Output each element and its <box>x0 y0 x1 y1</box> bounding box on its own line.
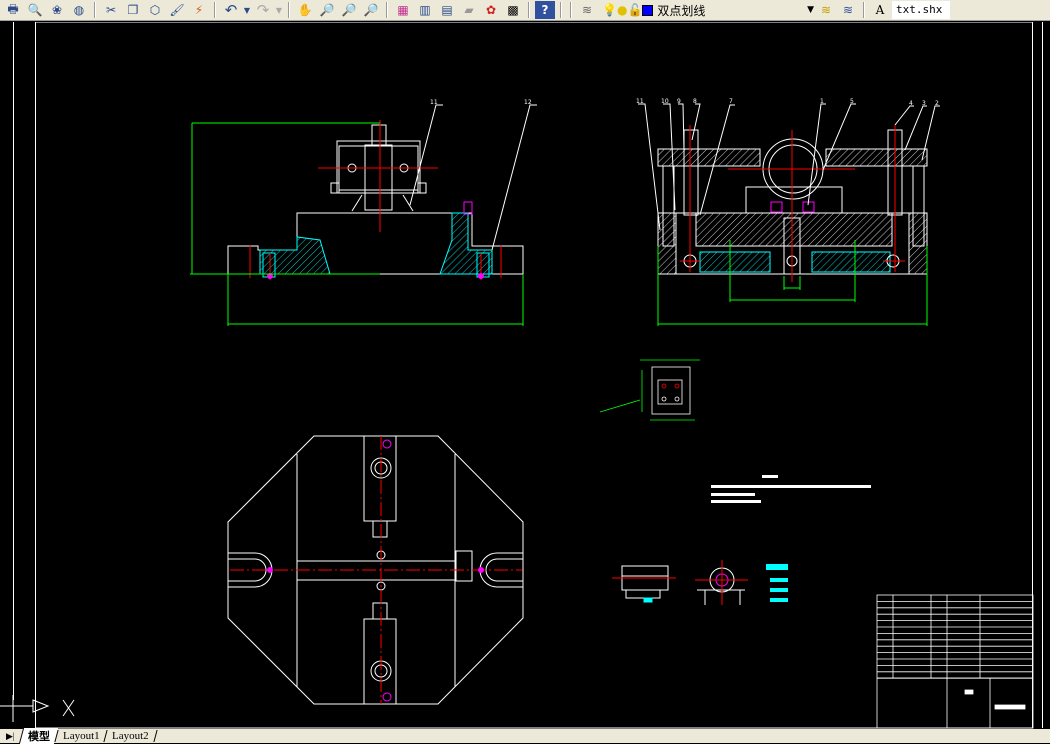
tab-layout2[interactable]: Layout2 <box>103 730 158 742</box>
properties-icon[interactable]: ▦ <box>393 1 413 19</box>
toolbar-separator <box>94 2 96 18</box>
part-detail-view <box>599 359 700 421</box>
layer-properties-icon[interactable]: ≋ <box>577 1 597 19</box>
text-style-field[interactable]: txt.shx <box>892 1 950 19</box>
balloon-label: 8 <box>693 98 697 105</box>
title-block <box>876 594 1034 729</box>
block-editor-icon[interactable]: ⚡ <box>189 1 209 19</box>
calculator-icon[interactable]: ▩ <box>503 1 523 19</box>
chevron-down-icon[interactable]: ▼ <box>807 5 814 15</box>
undo-dropdown-icon[interactable]: ▼ <box>243 1 251 19</box>
redo-icon: ↷ <box>256 1 270 19</box>
drawing-canvas[interactable]: 11 12 11 10 9 8 7 1 5 4 3 2 <box>0 22 1050 729</box>
side-view: 11 10 9 8 7 1 5 4 3 2 <box>636 98 940 326</box>
layer-dropdown[interactable]: 💡 ● 🔓 双点划线 ▼ <box>599 1 814 19</box>
layout-tabs: ▶| 模型 Layout1 Layout2 <box>0 728 1050 744</box>
tab-layout1[interactable]: Layout1 <box>54 730 108 742</box>
layer-color-swatch <box>642 4 654 16</box>
balloon-label: 3 <box>922 100 926 107</box>
pan-icon[interactable]: ✋ <box>295 1 315 19</box>
markup-icon[interactable]: ✿ <box>481 1 501 19</box>
help-icon[interactable]: ? <box>535 1 555 19</box>
balloon-label: 11 <box>636 98 644 105</box>
make-object-layer-current-icon[interactable]: ≋ <box>816 1 836 19</box>
section-views <box>612 560 788 605</box>
lock-icon[interactable]: 🔓 <box>627 3 642 17</box>
balloon-label: 5 <box>850 98 854 105</box>
balloon-label: 10 <box>661 98 669 105</box>
tab-scroll-icon[interactable]: ▶| <box>0 731 21 742</box>
balloon-label: 12 <box>524 99 532 106</box>
cut-icon[interactable]: ✂ <box>101 1 121 19</box>
zoom-previous-icon[interactable]: 🔎 <box>361 1 381 19</box>
drawing-frame <box>35 22 1033 729</box>
balloon-label: 7 <box>729 98 733 105</box>
plot-icon[interactable]: 🖶 <box>3 1 23 19</box>
toolbar-separator <box>528 2 530 18</box>
text-style-icon[interactable]: A <box>870 1 890 19</box>
balloon-label: 4 <box>909 100 913 107</box>
toolbar-separator <box>386 2 388 18</box>
sun-icon[interactable]: ● <box>617 3 627 17</box>
paste-icon[interactable]: ⬡ <box>145 1 165 19</box>
toolbar-separator <box>214 2 216 18</box>
redo-dropdown-icon: ▼ <box>275 5 283 15</box>
balloon-label: 2 <box>935 100 939 107</box>
toolbar-separator <box>570 2 572 18</box>
toolbar-separator <box>560 2 562 18</box>
toolbar-separator <box>863 2 865 18</box>
copy-icon[interactable]: ❐ <box>123 1 143 19</box>
tab-model[interactable]: 模型 <box>18 728 58 744</box>
technical-notes <box>711 475 871 503</box>
toolbar-separator <box>288 2 290 18</box>
balloon-label: 9 <box>677 98 681 105</box>
tool-palettes-icon[interactable]: ▤ <box>437 1 457 19</box>
match-properties-icon[interactable]: 🖌 <box>167 1 187 19</box>
balloon-label: 1 <box>820 98 824 105</box>
zoom-window-icon[interactable]: 🔎 <box>339 1 359 19</box>
standard-toolbar: 🖶 🔍 ❀ ◍ ✂ ❐ ⬡ 🖌 ⚡ ↶ ▼ ↷ ▼ ✋ 🔎 🔎 🔎 ▦ ▥ ▤ … <box>0 0 1050 21</box>
sheet-set-icon[interactable]: ▰ <box>459 1 479 19</box>
layer-previous-icon[interactable]: ≋ <box>838 1 858 19</box>
plot-preview-icon[interactable]: 🔍 <box>25 1 45 19</box>
zoom-realtime-icon[interactable]: 🔎 <box>317 1 337 19</box>
publish-icon[interactable]: ❀ <box>47 1 67 19</box>
balloon-label: 11 <box>430 99 438 106</box>
layer-name: 双点划线 <box>657 3 706 18</box>
top-view <box>227 435 524 705</box>
design-center-icon[interactable]: ▥ <box>415 1 435 19</box>
lightbulb-icon[interactable]: 💡 <box>602 3 617 17</box>
ucs-icon <box>0 695 75 722</box>
front-view: 11 12 <box>190 99 537 326</box>
undo-icon[interactable]: ↶ <box>221 1 241 19</box>
publish-web-icon[interactable]: ◍ <box>69 1 89 19</box>
